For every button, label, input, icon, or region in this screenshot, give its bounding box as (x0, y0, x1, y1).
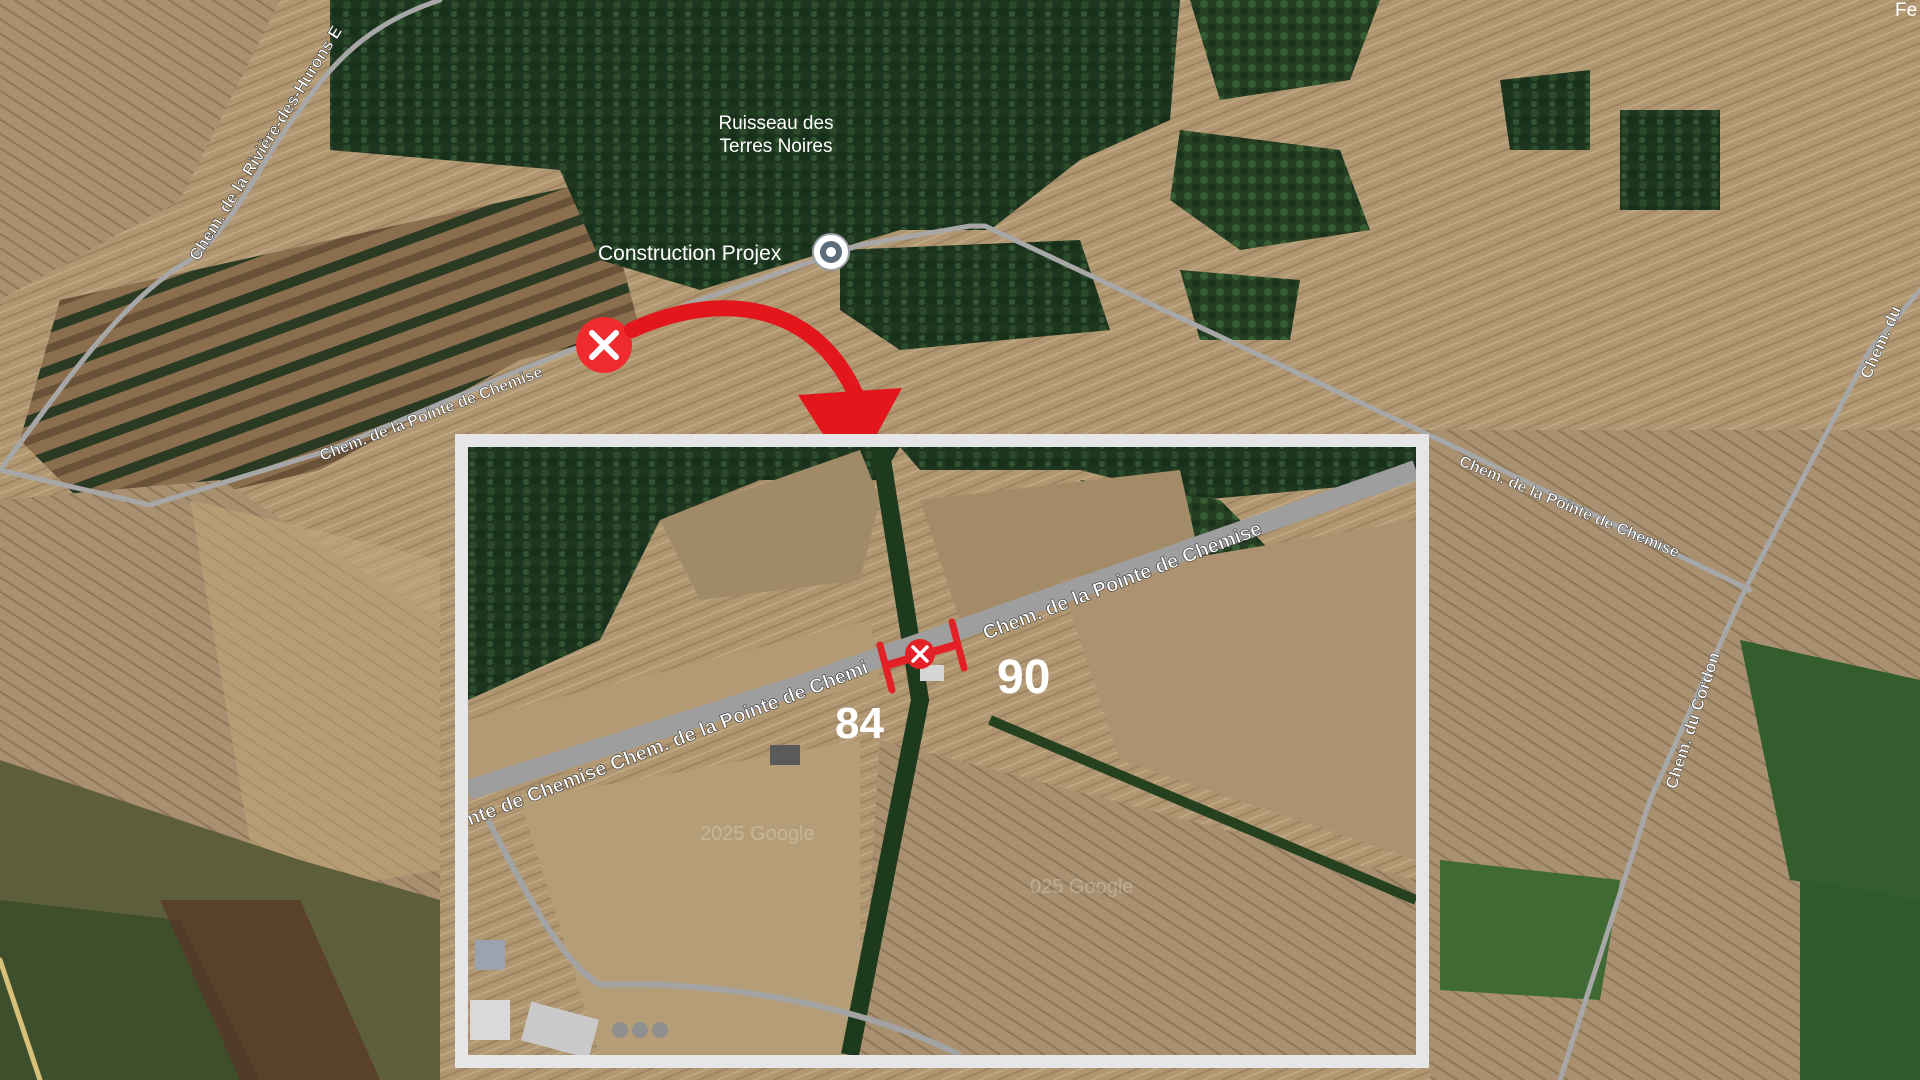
map-pin-icon[interactable] (812, 233, 850, 271)
poi-label-ruisseau-line1: Ruisseau des (718, 113, 833, 134)
corner-label: Fe (1895, 0, 1917, 21)
poi-label-construction-projex: Construction Projex (598, 242, 782, 265)
close-marker-icon[interactable] (576, 317, 632, 373)
address-number-84: 84 (835, 699, 884, 748)
map-watermark: 2025 Google (700, 823, 815, 845)
address-number-90: 90 (997, 651, 1050, 704)
satellite-map[interactable]: Chem. de la Rivière-des-Hurons E Ruissea… (0, 0, 1920, 1080)
poi-label-ruisseau-line2: Terres Noires (720, 136, 833, 157)
map-watermark: 025 Google (1030, 876, 1133, 898)
close-marker-icon[interactable] (905, 639, 935, 669)
inset-map[interactable]: Chem. de la Pointe de Chemise nte de Che… (464, 447, 1416, 1058)
